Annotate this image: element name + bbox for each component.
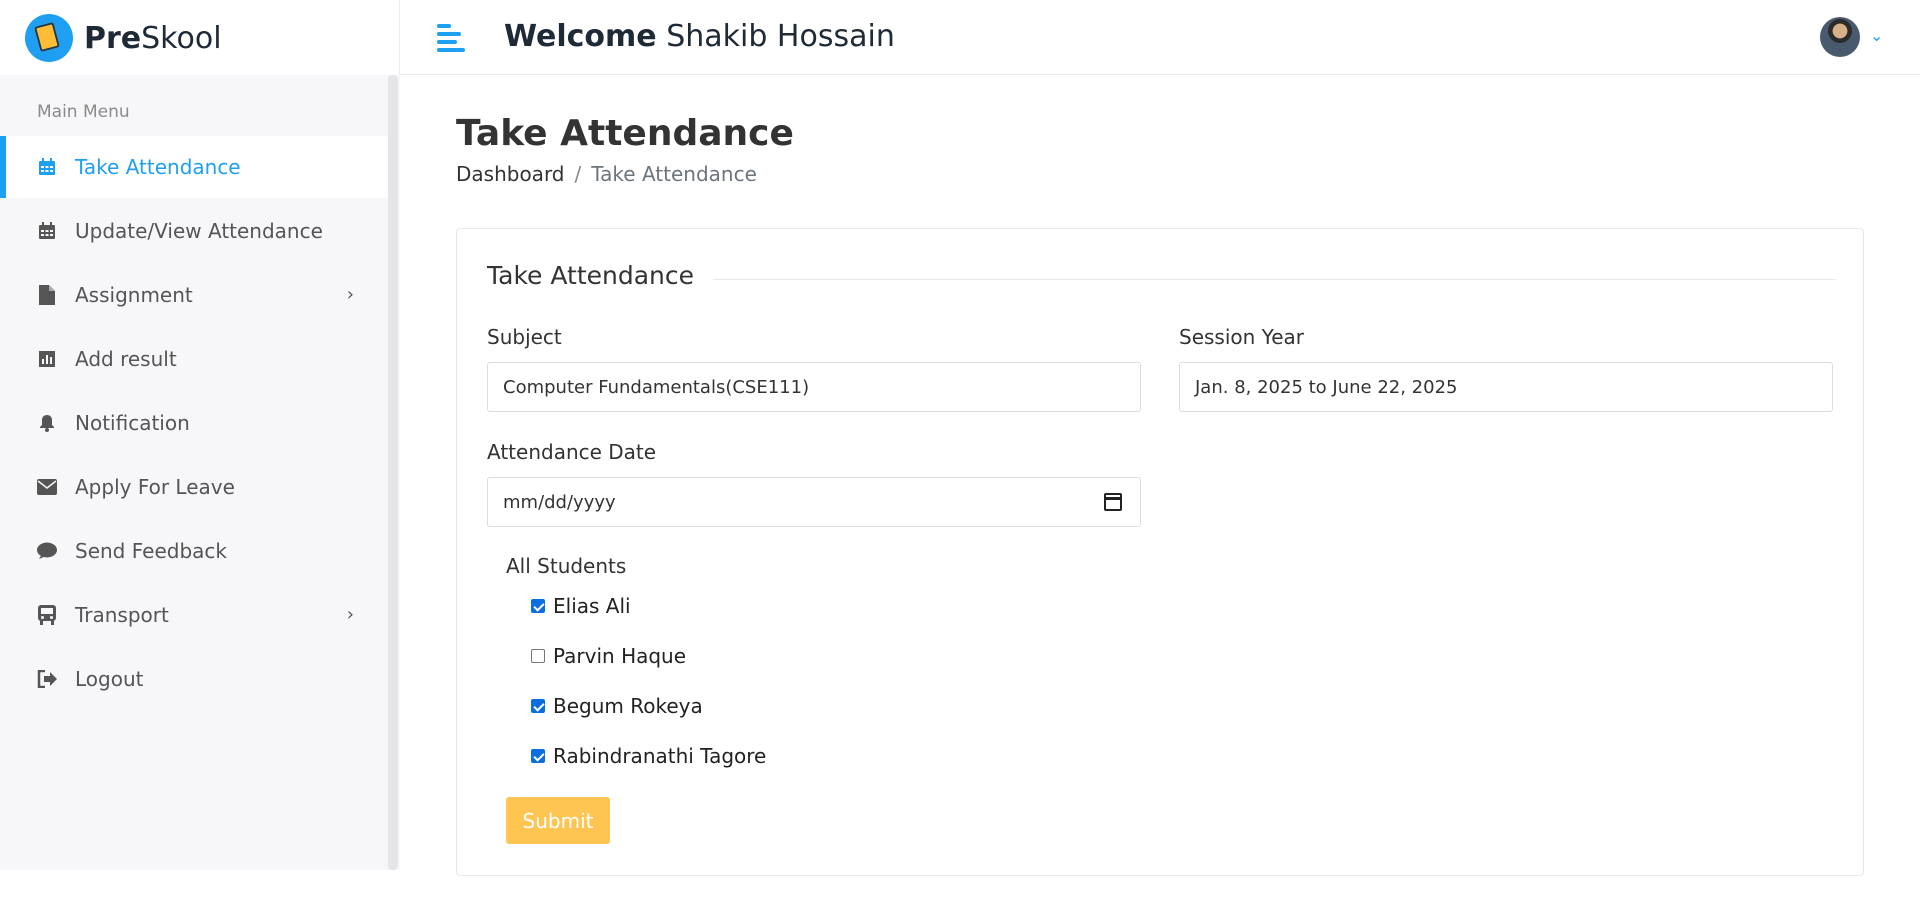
bus-icon bbox=[37, 605, 57, 625]
file-icon bbox=[37, 285, 57, 305]
session-year-value: Jan. 8, 2025 to June 22, 2025 bbox=[1195, 376, 1458, 398]
attendance-date-placeholder: mm/dd/yyyy bbox=[503, 491, 616, 513]
chevron-right-icon: › bbox=[346, 604, 354, 625]
hamburger-menu-icon[interactable] bbox=[437, 22, 467, 52]
subject-label: Subject bbox=[487, 325, 562, 349]
calendar-picker-icon[interactable] bbox=[1104, 493, 1122, 511]
breadcrumb-dashboard-link[interactable]: Dashboard bbox=[456, 162, 565, 186]
welcome-label: Welcome bbox=[504, 19, 657, 54]
title-divider bbox=[713, 279, 1836, 280]
student-checkbox-elias-ali[interactable]: Elias Ali bbox=[531, 594, 631, 618]
all-students-label: All Students bbox=[506, 554, 627, 578]
top-header: PreSkool Welcome Shakib Hossain ⌄ bbox=[0, 0, 1920, 75]
sidebar-item-notification[interactable]: Notification bbox=[0, 392, 388, 454]
sidebar-item-label: Apply For Leave bbox=[75, 475, 235, 499]
sidebar-item-label: Update/View Attendance bbox=[75, 219, 323, 243]
comment-icon bbox=[37, 541, 57, 561]
chevron-down-icon[interactable]: ⌄ bbox=[1870, 26, 1883, 45]
sidebar-item-label: Transport bbox=[75, 603, 169, 627]
student-name: Begum Rokeya bbox=[553, 694, 703, 718]
logo-text[interactable]: PreSkool bbox=[84, 21, 222, 56]
checkbox-checked[interactable] bbox=[531, 599, 545, 613]
sidebar-item-label: Logout bbox=[75, 667, 144, 691]
sidebar-item-label: Assignment bbox=[75, 283, 193, 307]
breadcrumb: Dashboard / Take Attendance bbox=[456, 162, 757, 186]
logo-icon[interactable] bbox=[25, 14, 73, 62]
envelope-icon bbox=[37, 477, 57, 497]
logo-area: PreSkool bbox=[0, 0, 400, 75]
welcome-message: Welcome Shakib Hossain bbox=[504, 19, 895, 54]
sidebar-item-assignment[interactable]: Assignment › bbox=[0, 264, 388, 326]
page-title: Take Attendance bbox=[456, 113, 794, 154]
session-year-select[interactable]: Jan. 8, 2025 to June 22, 2025 bbox=[1179, 362, 1833, 412]
session-year-label: Session Year bbox=[1179, 325, 1305, 349]
student-name: Rabindranathi Tagore bbox=[553, 744, 767, 768]
menu-title: Main Menu bbox=[37, 102, 130, 122]
bell-icon bbox=[37, 413, 57, 433]
sidebar-item-apply-for-leave[interactable]: Apply For Leave bbox=[0, 456, 388, 518]
student-checkbox-begum-rokeya[interactable]: Begum Rokeya bbox=[531, 694, 703, 718]
sidebar-menu: Take Attendance Update/View Attendance A… bbox=[0, 136, 388, 712]
checkbox-unchecked[interactable] bbox=[531, 649, 545, 663]
subject-value: Computer Fundamentals(CSE111) bbox=[503, 376, 810, 398]
attendance-form-card: Take Attendance Subject Computer Fundame… bbox=[456, 228, 1864, 876]
chevron-right-icon: › bbox=[346, 284, 354, 305]
form-title: Take Attendance bbox=[487, 261, 695, 290]
sidebar-item-update-view-attendance[interactable]: Update/View Attendance bbox=[0, 200, 388, 262]
checkbox-checked[interactable] bbox=[531, 699, 545, 713]
breadcrumb-separator: / bbox=[574, 162, 582, 186]
sidebar-item-add-result[interactable]: Add result bbox=[0, 328, 388, 390]
calendar-icon bbox=[37, 221, 57, 241]
sidebar-scrollbar[interactable] bbox=[388, 75, 398, 870]
submit-button[interactable]: Submit bbox=[506, 797, 610, 844]
sidebar-item-label: Send Feedback bbox=[75, 539, 227, 563]
student-checkbox-parvin-haque[interactable]: Parvin Haque bbox=[531, 644, 686, 668]
sidebar-item-transport[interactable]: Transport › bbox=[0, 584, 388, 646]
student-name: Elias Ali bbox=[553, 594, 631, 618]
calendar-icon bbox=[37, 157, 57, 177]
sidebar-item-send-feedback[interactable]: Send Feedback bbox=[0, 520, 388, 582]
checkbox-checked[interactable] bbox=[531, 749, 545, 763]
sidebar: Main Menu Take Attendance Update/View At… bbox=[0, 75, 400, 870]
sidebar-item-label: Take Attendance bbox=[75, 155, 241, 179]
logout-icon bbox=[37, 669, 57, 689]
student-name: Parvin Haque bbox=[553, 644, 687, 668]
avatar[interactable] bbox=[1820, 17, 1860, 57]
user-name: Shakib Hossain bbox=[666, 19, 895, 54]
subject-select[interactable]: Computer Fundamentals(CSE111) bbox=[487, 362, 1141, 412]
sidebar-item-logout[interactable]: Logout bbox=[0, 648, 388, 710]
sidebar-item-label: Notification bbox=[75, 411, 190, 435]
attendance-date-label: Attendance Date bbox=[487, 440, 657, 464]
breadcrumb-current: Take Attendance bbox=[591, 162, 757, 186]
attendance-date-input[interactable]: mm/dd/yyyy bbox=[487, 477, 1141, 527]
sidebar-item-take-attendance[interactable]: Take Attendance bbox=[0, 136, 388, 198]
student-checkbox-rabindranathi-tagore[interactable]: Rabindranathi Tagore bbox=[531, 744, 766, 768]
sidebar-item-label: Add result bbox=[75, 347, 177, 371]
bar-chart-icon bbox=[37, 349, 57, 369]
